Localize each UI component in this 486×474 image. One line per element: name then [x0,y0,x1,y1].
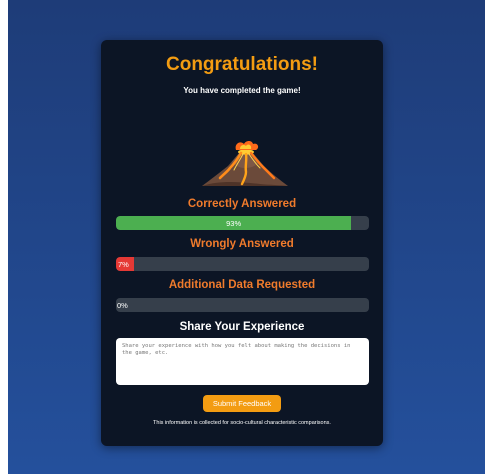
share-experience-title: Share Your Experience [179,321,305,333]
wrong-answers-progress-fill: 7% [116,257,134,271]
additional-data-label: Additional Data Requested [168,279,316,291]
wrong-answers-percent: 7% [118,260,129,269]
correct-answers-percent: 93% [226,219,242,228]
page-title: Congratulations! [166,54,318,75]
additional-data-progress-bar: 0% [116,298,369,312]
feedback-textarea[interactable] [116,338,369,385]
submit-feedback-button[interactable]: Submit Feedback [203,395,281,412]
completion-message: You have completed the game! [183,86,301,95]
correct-answers-progress-fill: 93% [116,216,352,230]
volcano-icon [202,141,288,186]
wrong-answers-label: Wrongly Answered [190,238,294,250]
additional-data-percent: 0% [117,301,128,310]
wrong-answers-progress-bar: 7% [116,257,369,271]
data-collection-note: This information is collected for socio-… [153,420,331,426]
correct-answers-label: Correctly Answered [187,198,297,210]
correct-answers-progress-bar: 93% [116,216,369,230]
results-card: Congratulations! You have completed the … [101,40,383,446]
